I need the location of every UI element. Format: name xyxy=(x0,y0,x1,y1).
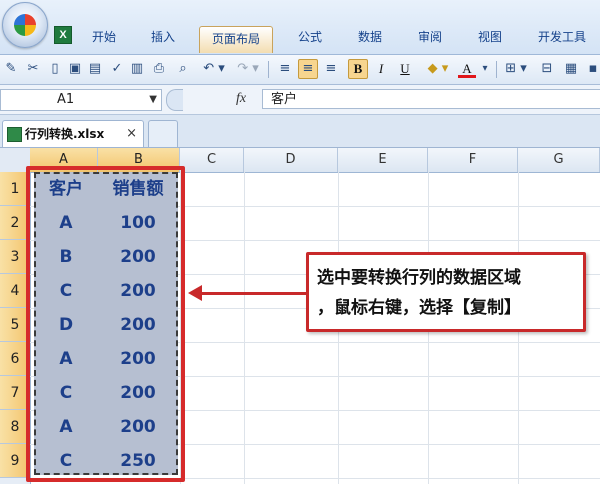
office-logo-icon xyxy=(14,14,36,36)
cut-icon[interactable]: ✂ xyxy=(24,60,42,78)
merge-icon[interactable]: ⊟ xyxy=(538,60,556,78)
font-color-dropdown-icon[interactable]: ▾ xyxy=(476,60,494,78)
annotation-line-1: 选中要转换行列的数据区域 xyxy=(317,268,521,288)
column-header-g[interactable]: G xyxy=(518,148,600,172)
toolbar-separator xyxy=(268,61,269,78)
new-workbook-tab[interactable] xyxy=(148,120,178,147)
toolbar-separator xyxy=(496,61,497,78)
more-icon[interactable]: ▪ xyxy=(584,60,600,78)
tab-view[interactable]: 视图 xyxy=(470,28,510,46)
zoom-icon[interactable]: ⌕ xyxy=(174,60,192,78)
align-center-icon[interactable]: ≡ xyxy=(298,59,318,79)
close-icon[interactable]: × xyxy=(126,121,137,147)
excel-file-icon xyxy=(7,127,22,142)
annotation-line-2: ，鼠标右键，选择【复制】 xyxy=(317,298,521,318)
align-left-icon[interactable]: ≡ xyxy=(276,60,294,78)
ribbon-tab-bar: X 开始 插入 页面布局 公式 数据 审阅 视图 开发工具 xyxy=(0,0,600,55)
column-header-c[interactable]: C xyxy=(180,148,244,172)
tab-developer[interactable]: 开发工具 xyxy=(530,28,594,46)
bold-button[interactable]: B xyxy=(348,59,368,79)
workbook-tab-label: 行列转换.xlsx xyxy=(25,127,105,141)
new-icon[interactable]: ▯ xyxy=(46,60,64,78)
annotation-arrow-line xyxy=(200,292,310,295)
name-box-value: A1 xyxy=(57,92,75,107)
tab-formulas[interactable]: 公式 xyxy=(290,28,330,46)
tab-home[interactable]: 开始 xyxy=(84,28,124,46)
highlight-box xyxy=(26,166,185,482)
insert-function-button[interactable]: fx xyxy=(236,89,246,109)
annotation-text: 选中要转换行列的数据区域 ，鼠标右键，选择【复制】 xyxy=(317,263,579,323)
undo-icon[interactable]: ↶ ▾ xyxy=(200,60,228,78)
italic-button[interactable]: I xyxy=(372,60,390,78)
tab-data[interactable]: 数据 xyxy=(350,28,390,46)
expand-handle-icon[interactable] xyxy=(166,89,183,111)
column-header-f[interactable]: F xyxy=(428,148,518,172)
redo-icon[interactable]: ↷ ▾ xyxy=(234,60,262,78)
spell-check-icon[interactable]: ✓ xyxy=(108,60,126,78)
column-header-d[interactable]: D xyxy=(244,148,338,172)
workbook-tab-strip: 行列转换.xlsx × xyxy=(0,115,600,148)
fx-area: fx xyxy=(166,89,260,111)
tab-insert[interactable]: 插入 xyxy=(143,28,183,46)
formula-input[interactable]: 客户 xyxy=(262,89,600,109)
formula-bar: A1 ▼ fx 客户 xyxy=(0,85,600,115)
worksheet[interactable]: A B C D E F G 1 2 3 4 5 6 7 8 9 客户 销售额 A… xyxy=(0,148,600,484)
chevron-down-icon[interactable]: ▼ xyxy=(149,90,157,110)
excel-quick-access-icon[interactable]: X xyxy=(54,26,72,44)
borders-icon[interactable]: ⊞ ▾ xyxy=(502,60,530,78)
gridline xyxy=(244,172,245,484)
office-button[interactable] xyxy=(2,2,48,48)
print-icon[interactable]: ⎙ xyxy=(150,60,168,78)
save-icon[interactable]: ▣ xyxy=(66,60,84,78)
tab-page-layout[interactable]: 页面布局 xyxy=(199,26,273,53)
annotation-callout: 选中要转换行列的数据区域 ，鼠标右键，选择【复制】 xyxy=(306,252,586,332)
align-right-icon[interactable]: ≡ xyxy=(322,60,340,78)
quick-toolbar: ✎ ✂ ▯ ▣ ▤ ✓ ▥ ⎙ ⌕ ↶ ▾ ↷ ▾ ≡ ≡ ≡ B I U ◆ … xyxy=(0,55,600,85)
format-painter-icon[interactable]: ✎ xyxy=(2,60,20,78)
column-header-e[interactable]: E xyxy=(338,148,428,172)
tab-review[interactable]: 审阅 xyxy=(410,28,450,46)
font-color-button[interactable]: A xyxy=(458,60,476,78)
name-box[interactable]: A1 ▼ xyxy=(0,89,162,111)
fill-color-icon[interactable]: ◆ ▾ xyxy=(424,60,452,78)
paste-icon[interactable]: ▥ xyxy=(128,60,146,78)
underline-button[interactable]: U xyxy=(396,60,414,78)
workbook-tab[interactable]: 行列转换.xlsx × xyxy=(2,120,144,147)
arrow-left-icon xyxy=(188,285,202,301)
format-cells-icon[interactable]: ▦ xyxy=(562,60,580,78)
print-preview-icon[interactable]: ▤ xyxy=(86,60,104,78)
